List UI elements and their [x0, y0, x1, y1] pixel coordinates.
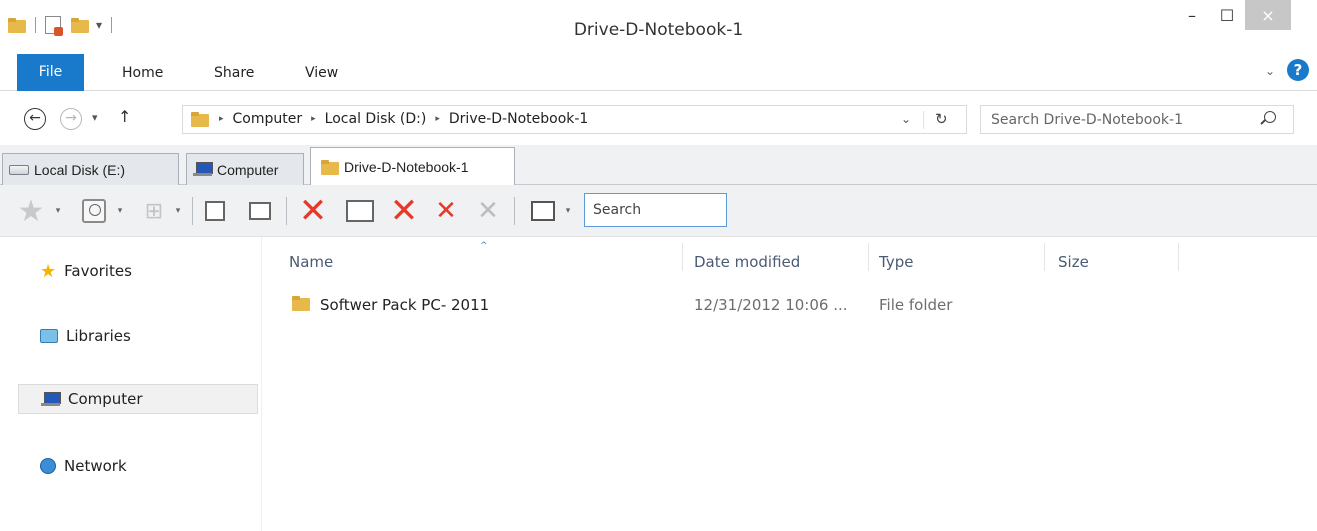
file-date-modified: 12/31/2012 10:06 ...	[694, 296, 848, 314]
nav-item-label: Computer	[68, 390, 143, 408]
file-list: ^ Name Date modified Type Size Softwer P…	[262, 237, 1317, 531]
toolbar-divider	[514, 197, 515, 225]
view-layout-icon[interactable]	[526, 195, 560, 227]
tab-local-disk-e[interactable]: Local Disk (E:)	[2, 153, 179, 185]
history-dropdown-icon[interactable]: ▾	[114, 195, 126, 227]
address-bar[interactable]: ▸ Computer ▸ Local Disk (D:) ▸ Drive-D-N…	[182, 105, 967, 134]
favorites-dropdown-icon[interactable]: ▾	[52, 195, 64, 227]
title-bar: ▾ Drive-D-Notebook-1 – ☐ ×	[0, 0, 1317, 51]
up-button[interactable]: ↑	[118, 107, 131, 126]
forward-button[interactable]: →	[60, 108, 82, 130]
star-icon: ★	[40, 260, 57, 282]
nav-item-label: Favorites	[64, 262, 132, 280]
window-box	[249, 202, 271, 220]
refresh-icon[interactable]: ↻	[935, 110, 948, 128]
column-header-size[interactable]: Size	[1058, 253, 1089, 271]
tab-home[interactable]: Home	[122, 59, 163, 87]
help-icon[interactable]: ?	[1287, 59, 1309, 81]
column-header-type[interactable]: Type	[879, 253, 913, 271]
nav-item-libraries[interactable]: Libraries	[18, 321, 258, 351]
nav-item-favorites[interactable]: ★ Favorites	[18, 256, 258, 286]
maximize-button[interactable]: ☐	[1210, 0, 1244, 30]
tab-file[interactable]: File	[17, 54, 84, 91]
nav-item-label: Network	[64, 457, 127, 475]
nav-item-computer[interactable]: Computer	[18, 384, 258, 414]
nav-item-network[interactable]: Network	[18, 451, 258, 481]
close-all-tabs-icon[interactable]: ✕	[384, 191, 424, 231]
tab-view[interactable]: View	[305, 59, 338, 87]
toolbar-divider	[286, 197, 287, 225]
tab-drive-d-notebook-1[interactable]: Drive-D-Notebook-1	[310, 147, 515, 186]
toolbar-search-input[interactable]	[585, 194, 726, 226]
file-type: File folder	[879, 296, 953, 314]
folder-icon	[321, 159, 339, 175]
close-button[interactable]: ×	[1245, 0, 1291, 30]
column-divider[interactable]	[1178, 243, 1179, 271]
sort-ascending-icon: ^	[480, 241, 488, 251]
window-box	[346, 200, 374, 222]
computer-icon	[41, 391, 61, 407]
breadcrumb-computer[interactable]: Computer	[233, 111, 303, 127]
folder-tab-strip: Local Disk (E:) Computer Drive-D-Noteboo…	[0, 145, 1317, 186]
toolbar-divider	[192, 197, 193, 225]
column-divider[interactable]	[682, 243, 683, 271]
minimize-button[interactable]: –	[1175, 0, 1209, 30]
close-other-tabs-icon[interactable]	[340, 195, 380, 227]
history-clock-icon[interactable]	[80, 195, 108, 227]
toolbar-search-box[interactable]	[584, 193, 727, 227]
clock-face	[82, 199, 106, 223]
expand-ribbon-chevron-icon[interactable]: ⌄	[1265, 64, 1275, 78]
tab-label: Local Disk (E:)	[34, 161, 126, 178]
breadcrumb: ▸ Computer ▸ Local Disk (D:) ▸ Drive-D-N…	[219, 111, 588, 127]
column-header-date-modified[interactable]: Date modified	[694, 253, 800, 271]
nav-item-label: Libraries	[66, 327, 131, 345]
computer-icon	[193, 162, 213, 177]
windows-dropdown-icon[interactable]: ▾	[172, 195, 184, 227]
network-icon	[40, 458, 56, 474]
windows-logo-icon[interactable]: ⊞	[140, 195, 168, 227]
ribbon: File Home Share View ⌄ ?	[0, 51, 1317, 91]
breadcrumb-current-folder[interactable]: Drive-D-Notebook-1	[449, 111, 588, 127]
search-input[interactable]	[991, 110, 1251, 129]
open-in-new-window-icon[interactable]	[200, 195, 230, 227]
window-title: Drive-D-Notebook-1	[573, 20, 744, 40]
close-left-tabs-icon[interactable]: ✕	[428, 195, 464, 227]
view-layout-dropdown-icon[interactable]: ▾	[562, 195, 574, 227]
tab-label: Drive-D-Notebook-1	[344, 159, 469, 175]
back-button[interactable]: ←	[24, 108, 46, 130]
favorites-star-icon[interactable]: ★	[16, 194, 46, 229]
close-tab-icon[interactable]: ✕	[296, 191, 330, 231]
navigation-pane: ★ Favorites Libraries Computer Network	[0, 237, 262, 531]
recent-locations-dropdown[interactable]: ▾	[92, 111, 98, 124]
address-row: ← → ▾ ↑ ▸ Computer ▸ Local Disk (D:) ▸ D…	[0, 91, 1317, 145]
table-row[interactable]: Softwer Pack PC- 2011 12/31/2012 10:06 .…	[288, 292, 1188, 320]
tab-share[interactable]: Share	[214, 59, 254, 87]
folder-icon	[292, 296, 310, 311]
tab-label: Computer	[217, 161, 279, 178]
breadcrumb-separator[interactable]: ▸	[219, 114, 224, 124]
breadcrumb-separator[interactable]: ▸	[435, 114, 440, 124]
breadcrumb-local-disk-d[interactable]: Local Disk (D:)	[325, 111, 427, 127]
tab-computer[interactable]: Computer	[186, 153, 304, 185]
column-divider[interactable]	[1044, 243, 1045, 271]
address-dropdown-icon[interactable]: ⌄	[901, 112, 911, 126]
duplicate-tab-icon[interactable]	[244, 195, 276, 227]
search-icon[interactable]	[1264, 111, 1276, 123]
drive-icon	[9, 164, 29, 175]
divider	[923, 111, 924, 129]
folder-icon	[191, 112, 209, 127]
libraries-icon	[40, 329, 58, 343]
file-name: Softwer Pack PC- 2011	[320, 296, 490, 314]
breadcrumb-separator[interactable]: ▸	[311, 114, 316, 124]
search-box[interactable]	[980, 105, 1294, 134]
column-divider[interactable]	[868, 243, 869, 271]
column-header-name[interactable]: Name	[289, 253, 333, 271]
window-box	[531, 201, 555, 221]
close-right-tabs-icon[interactable]: ✕	[470, 195, 506, 227]
window-box	[205, 201, 225, 221]
